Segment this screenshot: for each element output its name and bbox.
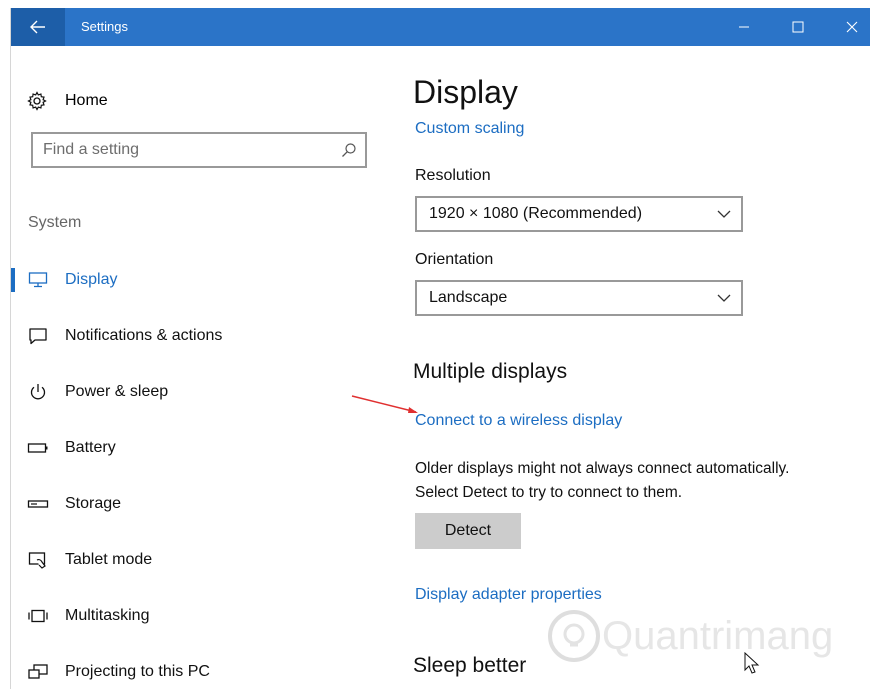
search-input[interactable] [43,140,333,160]
close-icon [846,21,858,33]
orientation-dropdown[interactable]: Landscape [415,280,743,316]
battery-icon [27,437,49,459]
back-arrow-icon [30,20,45,34]
system-section-label: System [28,214,82,231]
display-adapter-properties-link[interactable]: Display adapter properties [415,586,602,604]
sidebar-item-multitasking[interactable]: Multitasking [11,596,383,636]
monitor-icon [27,269,49,291]
storage-icon [27,493,49,515]
projecting-icon [27,661,49,683]
resolution-value: 1920 × 1080 (Recommended) [429,205,643,222]
sidebar-item-battery[interactable]: Battery [11,428,383,468]
detect-description-line1: Older displays might not always connect … [415,460,790,477]
multitasking-icon [27,605,49,627]
maximize-icon [792,21,804,33]
maximize-button[interactable] [771,8,825,46]
detect-button[interactable]: Detect [415,513,521,549]
orientation-label: Orientation [415,251,494,268]
power-icon [27,381,49,403]
sidebar-item-projecting[interactable]: Projecting to this PC [11,652,383,689]
connect-wireless-display-link[interactable]: Connect to a wireless display [415,412,622,430]
close-button[interactable] [825,8,870,46]
home-label: Home [65,92,108,109]
sidebar: Home System Display Notifications & acti… [11,46,383,689]
window-title: Settings [81,19,128,34]
chevron-down-icon [717,210,731,218]
search-box[interactable] [31,132,367,168]
message-icon [27,325,49,347]
watermark-bulb-icon [548,610,600,662]
orientation-value: Landscape [429,289,508,306]
title-bar: Settings [11,8,870,46]
watermark-logo: Quantrimang [548,610,833,662]
sidebar-item-label: Power & sleep [65,383,169,400]
sidebar-item-label: Tablet mode [65,551,153,568]
multiple-displays-heading: Multiple displays [413,360,568,383]
search-icon [342,143,356,157]
sidebar-item-tablet-mode[interactable]: Tablet mode [11,540,383,580]
sidebar-item-storage[interactable]: Storage [11,484,383,524]
sidebar-item-label: Projecting to this PC [65,663,210,680]
main-content: Display Custom scaling Resolution 1920 ×… [401,46,870,689]
chevron-down-icon [717,294,731,302]
resolution-label: Resolution [415,167,491,184]
sidebar-item-label: Storage [65,495,122,512]
gear-icon [27,91,47,111]
settings-window: Settings Home System [10,8,870,689]
sidebar-item-notifications[interactable]: Notifications & actions [11,316,383,356]
watermark-text: Quantrimang [602,614,833,658]
page-title: Display [413,74,518,110]
resolution-dropdown[interactable]: 1920 × 1080 (Recommended) [415,196,743,232]
sidebar-item-label: Notifications & actions [65,327,223,344]
sidebar-item-label: Multitasking [65,607,150,624]
sidebar-item-label: Battery [65,439,116,456]
back-button[interactable] [11,8,65,46]
sidebar-item-power-sleep[interactable]: Power & sleep [11,372,383,412]
minimize-icon [739,26,749,28]
minimize-button[interactable] [717,8,771,46]
sidebar-item-display[interactable]: Display [11,260,383,300]
detect-description-line2: Select Detect to try to connect to them. [415,484,683,501]
sidebar-item-label: Display [65,271,118,288]
home-nav-item[interactable]: Home [27,91,108,111]
mouse-cursor-icon [744,652,760,674]
custom-scaling-link[interactable]: Custom scaling [415,120,524,138]
tablet-icon [27,549,49,571]
sleep-better-heading: Sleep better [413,654,527,677]
